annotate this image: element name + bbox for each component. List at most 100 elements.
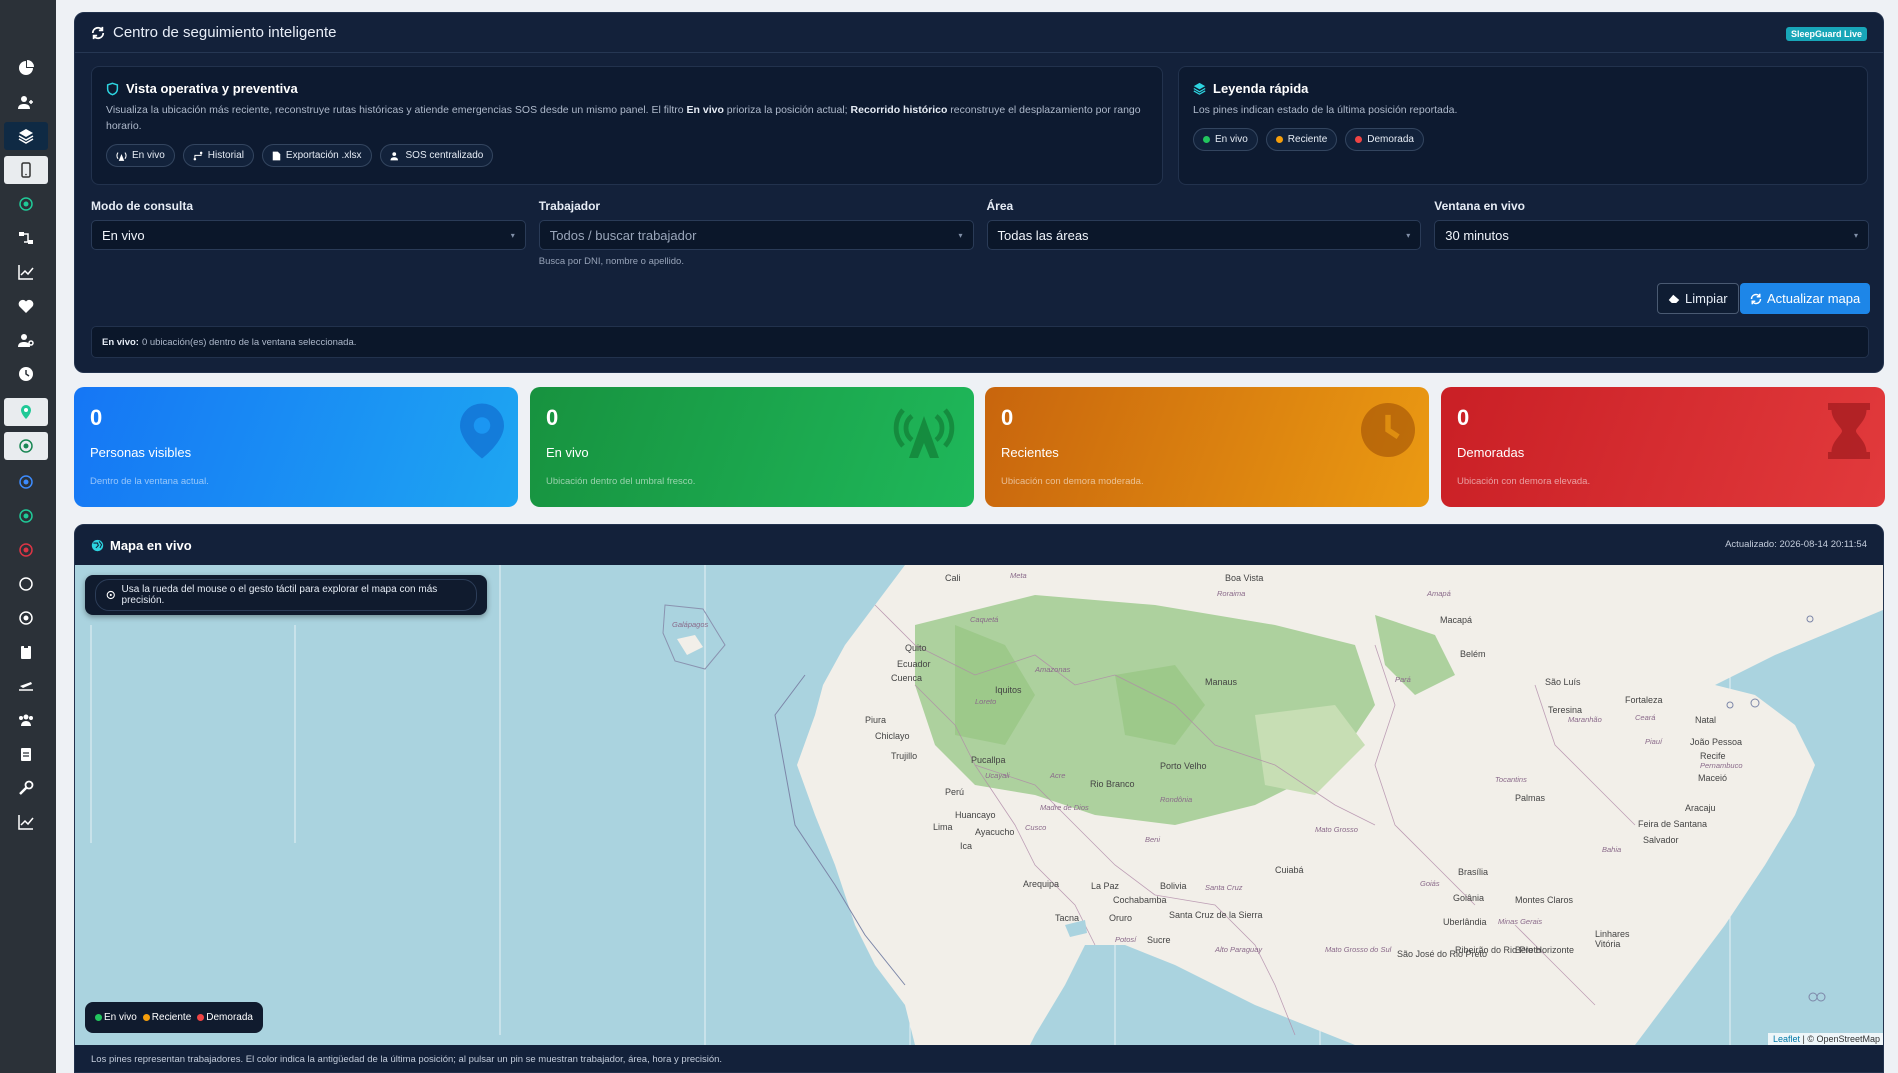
map-header: Mapa en vivo Actualizado: 2026-08-14 20:…: [75, 525, 1883, 565]
shield-icon: [106, 82, 119, 95]
sidebar-dashboard-icon[interactable]: [4, 54, 48, 82]
map-place: Fortaleza: [1625, 695, 1663, 705]
sidebar-target-red-icon[interactable]: [4, 536, 48, 564]
sidebar-map-pin-icon[interactable]: [4, 398, 48, 426]
broadcast-icon: [116, 151, 127, 161]
sidebar-user-add-icon[interactable]: [4, 88, 48, 116]
map-place: Cochabamba: [1113, 895, 1167, 905]
live-dot: [95, 1014, 102, 1021]
sidebar-target-blue-icon[interactable]: [4, 468, 48, 496]
map-place: Cuiabá: [1275, 865, 1304, 875]
leaflet-link[interactable]: Leaflet: [1773, 1034, 1800, 1044]
sidebar-target-teal-icon[interactable]: [4, 190, 48, 218]
chip-sos: SOS centralizado: [379, 144, 494, 167]
chevron-down-icon: ▾: [1853, 230, 1858, 240]
window-label: Ventana en vivo: [1434, 199, 1525, 213]
sidebar-clipboard-icon[interactable]: [4, 638, 48, 666]
map-place: Amazonas: [1035, 665, 1071, 674]
sidebar-users-icon[interactable]: [4, 706, 48, 734]
map-place: Loreto: [975, 697, 997, 706]
map-place: Feira de Santana: [1638, 819, 1708, 829]
sidebar-clock-icon[interactable]: [4, 360, 48, 388]
map-attribution: Leaflet | © OpenStreetMap: [1767, 1033, 1883, 1045]
stat-value: 0: [90, 405, 103, 430]
chevron-down-icon: ▾: [1406, 230, 1411, 240]
map-place: Uberlândia: [1443, 917, 1487, 927]
legend-description: Los pines indican estado de la última po…: [1193, 104, 1458, 116]
chip-live: En vivo: [106, 144, 175, 167]
hourglass-icon: [1828, 403, 1870, 459]
osm-attribution[interactable]: | © OpenStreetMap: [1802, 1034, 1880, 1044]
legend-title: Leyenda rápida: [1213, 81, 1309, 96]
map-place: Goiás: [1420, 879, 1440, 888]
mode-select[interactable]: En vivo ▾: [91, 220, 526, 250]
sidebar-wrench-icon[interactable]: [4, 774, 48, 802]
broadcast-tower-icon: [893, 408, 955, 458]
map-place: Manaus: [1205, 677, 1238, 687]
area-select[interactable]: Todas las áreas ▾: [986, 220, 1422, 250]
recent-dot: [1275, 136, 1283, 143]
operational-card: Vista operativa y preventiva Visualiza l…: [91, 66, 1163, 185]
stat-subtext: Ubicación con demora elevada.: [1457, 476, 1591, 487]
map-place: Quito: [905, 643, 927, 653]
tracking-panel: Centro de seguimiento inteligente SleepG…: [74, 12, 1884, 373]
sync-icon: [91, 26, 105, 39]
map-place: Santa Cruz de la Sierra: [1169, 910, 1263, 920]
stat-subtext: Ubicación con demora moderada.: [1001, 476, 1144, 487]
sidebar-device-icon[interactable]: [4, 156, 48, 184]
sidebar-chart-icon[interactable]: [4, 258, 48, 286]
sidebar-route-icon[interactable]: [4, 224, 48, 252]
live-dot: [1203, 136, 1210, 143]
user-shield-icon: [390, 151, 398, 160]
worker-help: Busca por DNI, nombre o apellido.: [538, 256, 684, 267]
map-place: Ceará: [1635, 713, 1656, 722]
map-place: Cali: [945, 573, 961, 583]
map-place: Tocantins: [1495, 775, 1527, 784]
eraser-icon: [1668, 294, 1680, 303]
area-field: Área Todas las áreas ▾: [986, 199, 1422, 267]
sidebar-user-settings-icon[interactable]: [4, 326, 48, 354]
window-select[interactable]: 30 minutos ▾: [1434, 220, 1869, 250]
stat-visible-people: 0 Personas visibles Dentro de la ventana…: [74, 387, 518, 507]
map-place: Salvador: [1643, 835, 1679, 845]
map-place: Acre: [1050, 771, 1066, 780]
area-label: Área: [986, 199, 1014, 213]
sidebar-target-green-icon[interactable]: [4, 432, 48, 460]
stat-live: 0 En vivo Ubicación dentro del umbral fr…: [530, 387, 974, 507]
sidebar-layers-icon[interactable]: [4, 122, 48, 150]
sidebar-trend-icon[interactable]: [4, 808, 48, 836]
worker-label: Trabajador: [538, 199, 601, 213]
clear-button[interactable]: Limpiar: [1657, 283, 1739, 314]
map-place: Beni: [1145, 835, 1161, 844]
legend-chip-delayed: Demorada: [1345, 128, 1424, 151]
stat-subtext: Ubicación dentro del umbral fresco.: [546, 476, 696, 487]
map-place: Bolivia: [1160, 881, 1187, 891]
map-place: João Pessoa: [1690, 737, 1743, 747]
sidebar-heart-icon[interactable]: [4, 292, 48, 320]
window-field: Ventana en vivo 30 minutos ▾: [1434, 199, 1869, 267]
map-place: Belo Horizonte: [1515, 945, 1575, 955]
mode-field: Modo de consulta En vivo ▾: [91, 199, 526, 267]
map-place: Brasília: [1458, 867, 1489, 877]
sidebar-circle-icon[interactable]: [4, 570, 48, 598]
map-tooltip: Usa la rueda del mouse o el gesto táctil…: [85, 575, 487, 615]
worker-select[interactable]: Todos / buscar trabajador ▾: [538, 220, 974, 250]
update-map-button[interactable]: Actualizar mapa: [1740, 283, 1871, 314]
map-place: Cuenca: [891, 673, 923, 683]
chevron-down-icon: ▾: [510, 230, 515, 240]
map-canvas[interactable]: Boa Vista Cali Macapá Quito Ecuador Cuen…: [75, 565, 1883, 1045]
map-place: Roraima: [1217, 589, 1246, 598]
map-place: Ica: [960, 841, 973, 851]
map-place: São Luís: [1545, 677, 1581, 687]
legend-chip-recent: Reciente: [1265, 128, 1338, 151]
sidebar-clipboard-list-icon[interactable]: [4, 740, 48, 768]
sidebar-target-white-icon[interactable]: [4, 604, 48, 632]
sync-icon: [1750, 293, 1762, 304]
map-place: Belém: [1460, 649, 1486, 659]
clock-icon: [1361, 403, 1415, 457]
panel-header: Centro de seguimiento inteligente SleepG…: [75, 13, 1883, 53]
sidebar-plane-icon[interactable]: [4, 672, 48, 700]
legend-chip-live: En vivo: [1193, 128, 1258, 151]
sidebar-target-cyan-icon[interactable]: [4, 502, 48, 530]
map-place: Rondônia: [1160, 795, 1193, 804]
